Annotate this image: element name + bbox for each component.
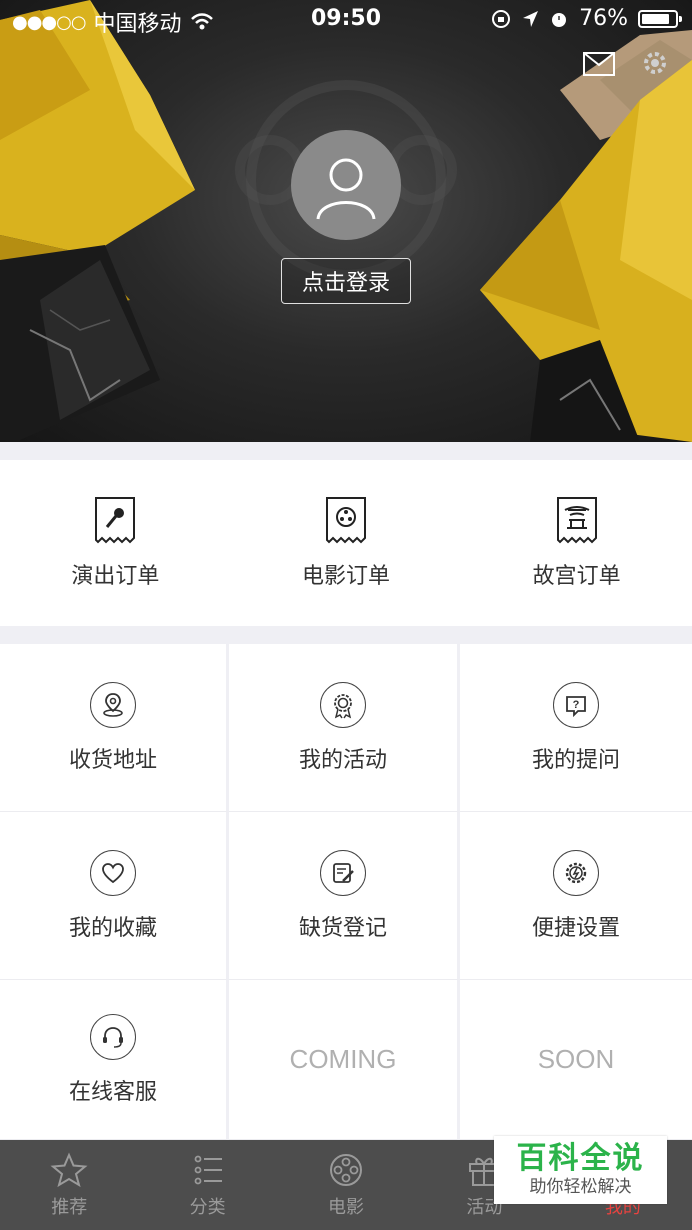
orders-section: 演出订单 电影订单 故宫订单 — [0, 460, 692, 626]
rotation-lock-icon — [492, 9, 511, 28]
mail-icon[interactable] — [583, 52, 615, 76]
my-activities-item[interactable]: 我的活动 — [229, 644, 460, 812]
watermark-logo: 百科全说 助你轻松解决 — [494, 1136, 667, 1204]
svg-text:?: ? — [573, 699, 580, 711]
grid-item-label: 缺货登记 — [298, 915, 387, 941]
question-icon: ? — [566, 695, 586, 717]
battery-icon — [638, 9, 682, 28]
status-bar: ●●●○○ 中国移动 09:50 76% — [0, 0, 692, 40]
battery-percent: 76% — [579, 6, 628, 31]
tab-movie[interactable]: 电影 — [277, 1140, 415, 1230]
list-icon — [194, 1155, 222, 1185]
grid-item-label: 收货地址 — [68, 747, 157, 773]
grid-item-label: 我的活动 — [298, 747, 387, 773]
coming-text: COMING — [289, 1044, 397, 1074]
soon-placeholder: SOON — [460, 980, 692, 1140]
tab-label: 推荐 — [51, 1197, 88, 1218]
my-questions-item[interactable]: ? 我的提问 — [460, 644, 692, 812]
heart-icon — [102, 862, 124, 883]
star-icon — [50, 1152, 88, 1188]
shipping-address-item[interactable]: 收货地址 — [0, 644, 229, 812]
film-reel-ticket-icon — [326, 497, 366, 544]
my-favorites-item[interactable]: 我的收藏 — [0, 812, 229, 980]
avatar[interactable] — [291, 130, 401, 240]
login-button[interactable]: 点击登录 — [281, 258, 411, 304]
microphone-ticket-icon — [95, 497, 136, 544]
grid-item-label: 便捷设置 — [531, 915, 620, 941]
feature-grid: 收货地址 我的活动 ? 我的提问 我的收藏 缺货登记 便捷设置 在线客服 COM… — [0, 644, 692, 1140]
settings-gear-icon[interactable] — [640, 48, 670, 78]
tab-category[interactable]: 分类 — [138, 1140, 276, 1230]
order-label: 故宫订单 — [532, 564, 621, 589]
location-arrow-icon — [523, 10, 539, 27]
grid-item-label: 在线客服 — [68, 1079, 157, 1105]
watermark-subtitle: 助你轻松解决 — [529, 1177, 632, 1197]
palace-ticket-icon — [556, 497, 597, 544]
online-service-item[interactable]: 在线客服 — [0, 980, 229, 1140]
tab-recommend[interactable]: 推荐 — [0, 1140, 138, 1230]
order-label: 电影订单 — [302, 564, 391, 589]
watermark-title: 百科全说 — [516, 1141, 645, 1176]
order-movie[interactable]: 电影订单 — [231, 460, 462, 626]
user-avatar-icon — [316, 158, 376, 220]
tab-label: 分类 — [189, 1197, 226, 1218]
quick-settings-item[interactable]: 便捷设置 — [460, 812, 692, 980]
edit-note-icon — [333, 862, 354, 883]
order-performance[interactable]: 演出订单 — [0, 460, 231, 626]
soon-text: SOON — [537, 1044, 615, 1074]
order-palace[interactable]: 故宫订单 — [461, 460, 692, 626]
profile-banner: 点击登录 — [0, 0, 692, 442]
gear-icon — [565, 862, 587, 883]
coming-placeholder: COMING — [229, 980, 460, 1140]
alarm-icon — [552, 12, 567, 27]
headset-icon — [103, 1026, 123, 1048]
medal-icon — [334, 693, 352, 718]
order-label: 演出订单 — [71, 564, 160, 589]
tab-label: 电影 — [328, 1197, 365, 1218]
grid-item-label: 我的提问 — [531, 747, 620, 773]
location-icon — [103, 692, 123, 717]
film-reel-icon — [330, 1154, 363, 1186]
grid-item-label: 我的收藏 — [68, 915, 157, 941]
out-of-stock-item[interactable]: 缺货登记 — [229, 812, 460, 980]
